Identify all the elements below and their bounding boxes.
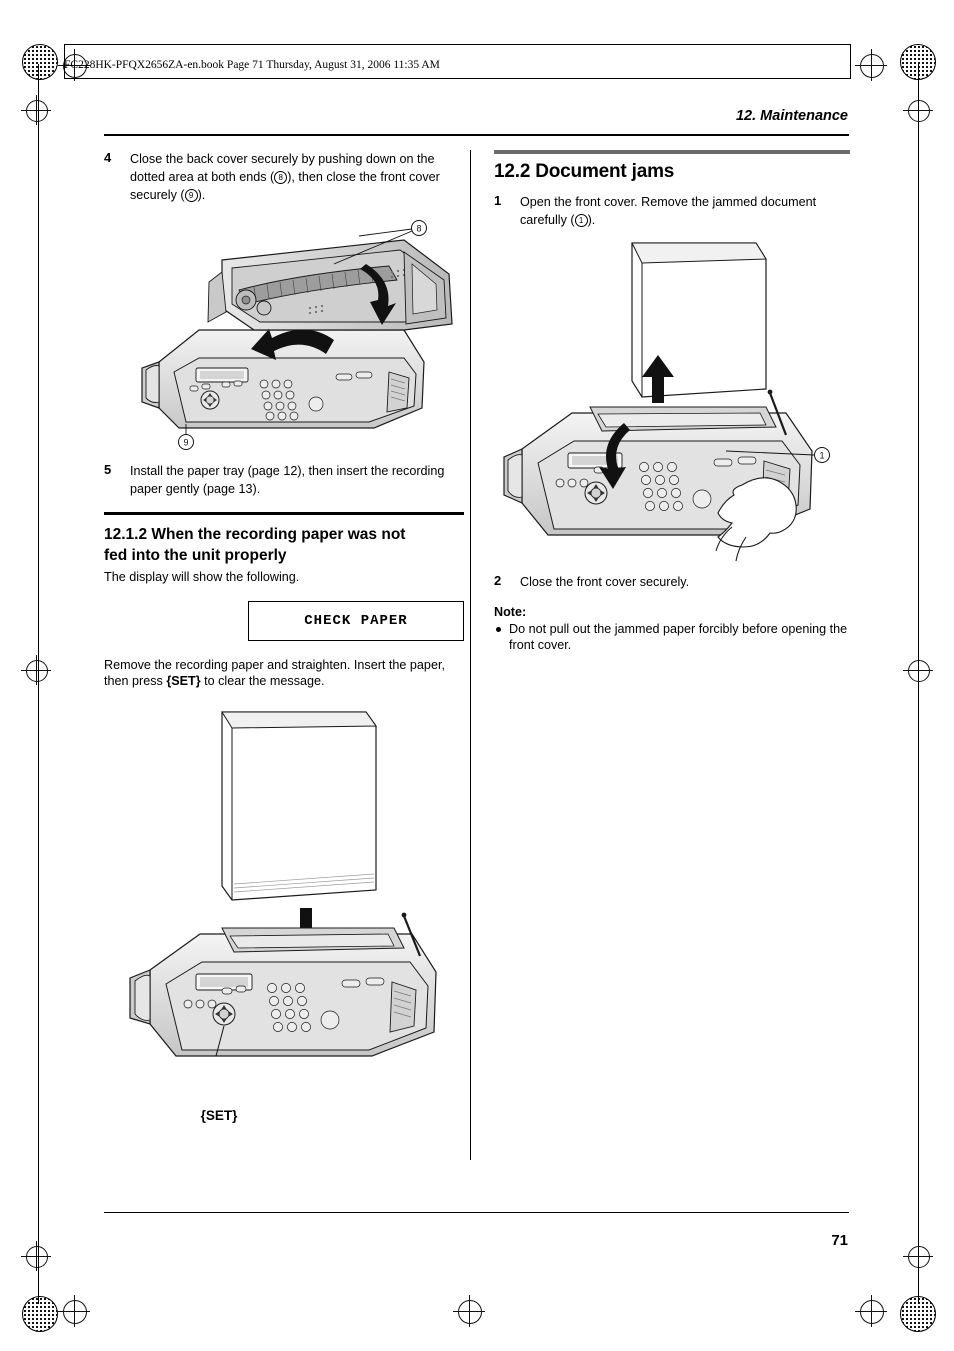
left-column: 4 Close the back cover securely by pushi… bbox=[104, 150, 464, 1123]
step-4: 4 Close the back cover securely by pushi… bbox=[104, 150, 464, 204]
registration-cross-bottom-center bbox=[453, 1295, 485, 1327]
step-4-text: Close the back cover securely by pushing… bbox=[130, 152, 440, 202]
note-title: Note: bbox=[494, 605, 527, 619]
running-head-rule bbox=[104, 134, 849, 136]
step-4-text-c: ). bbox=[197, 188, 206, 202]
header-rule-bottom bbox=[64, 78, 850, 79]
step-5: 5 Install the paper tray (page 12), then… bbox=[104, 462, 464, 498]
subsection-title-line1: 12.1.2 When the recording paper was not bbox=[104, 525, 406, 543]
step-5-number: 5 bbox=[104, 462, 112, 477]
subsection-title: 12.1.2 When the recording paper was not … bbox=[104, 524, 464, 566]
subsection-title-line2: fed into the unit properly bbox=[104, 546, 287, 564]
registration-dot-top-left bbox=[22, 44, 58, 80]
section-rule bbox=[494, 150, 850, 154]
section-title: 12.2 Document jams bbox=[494, 161, 675, 182]
right-column: 12.2 Document jams 1 Open the front cove… bbox=[494, 150, 850, 654]
circled-number-9: 9 bbox=[184, 189, 198, 202]
registration-cross-tr bbox=[855, 49, 887, 81]
note-bullet-1: Do not pull out the jammed paper forcibl… bbox=[494, 621, 850, 654]
lcd-display: CHECK PAPER bbox=[248, 600, 464, 641]
step-2: 2 Close the front cover securely. bbox=[494, 573, 850, 591]
subsection-rule bbox=[104, 512, 464, 515]
registration-cross-left-lower bbox=[21, 1241, 51, 1271]
circled-number-8: 8 bbox=[274, 171, 288, 184]
step-1-number: 1 bbox=[494, 193, 502, 208]
header-rule-top bbox=[64, 44, 850, 45]
document-page: FC228HK-PFQX2656ZA-en.book Page 71 Thurs… bbox=[0, 0, 954, 1351]
column-divider bbox=[470, 150, 471, 1160]
subsection-intro: The display will show the following. bbox=[104, 569, 300, 584]
lcd-text: CHECK PAPER bbox=[304, 612, 408, 629]
header-rule-right bbox=[850, 44, 851, 79]
registration-cross-left-upper bbox=[21, 95, 51, 125]
svg-text:1: 1 bbox=[819, 451, 824, 461]
step-1: 1 Open the front cover. Remove the jamme… bbox=[494, 193, 850, 229]
svg-text:9: 9 bbox=[183, 438, 188, 448]
figure-insert-recording-paper: {SET} bbox=[104, 704, 464, 1123]
running-head: 12. Maintenance bbox=[735, 108, 848, 124]
step-1-text-b: ). bbox=[587, 213, 596, 227]
trim-rule-right bbox=[918, 64, 919, 1304]
set-key-inline: {SET} bbox=[166, 674, 201, 689]
footer-rule bbox=[104, 1212, 849, 1213]
registration-dot-bottom-left bbox=[22, 1296, 58, 1332]
set-button-label: {SET} bbox=[200, 1107, 238, 1123]
figure-back-cover-close: 8 9 bbox=[104, 212, 464, 452]
page-number: 71 bbox=[831, 1232, 848, 1249]
figure-document-jam: 1 bbox=[494, 237, 850, 567]
step-2-number: 2 bbox=[494, 573, 502, 588]
step-5-text: Install the paper tray (page 12), then i… bbox=[130, 464, 445, 496]
subsection-after-text: Remove the recording paper and straighte… bbox=[104, 657, 464, 690]
circled-number-1: 1 bbox=[574, 214, 588, 227]
step-1-text: Open the front cover. Remove the jammed … bbox=[520, 195, 816, 227]
file-header-text: FC228HK-PFQX2656ZA-en.book Page 71 Thurs… bbox=[64, 59, 440, 71]
after-text-b: to clear the message. bbox=[200, 674, 325, 689]
step-2-text: Close the front cover securely. bbox=[520, 575, 690, 589]
registration-cross-left-mid bbox=[21, 655, 51, 685]
step-1-text-a: Open the front cover. Remove the jammed … bbox=[520, 195, 817, 227]
registration-cross-bl bbox=[58, 1295, 90, 1327]
step-4-number: 4 bbox=[104, 150, 112, 165]
svg-text:8: 8 bbox=[416, 224, 421, 234]
registration-cross-br bbox=[855, 1295, 887, 1327]
